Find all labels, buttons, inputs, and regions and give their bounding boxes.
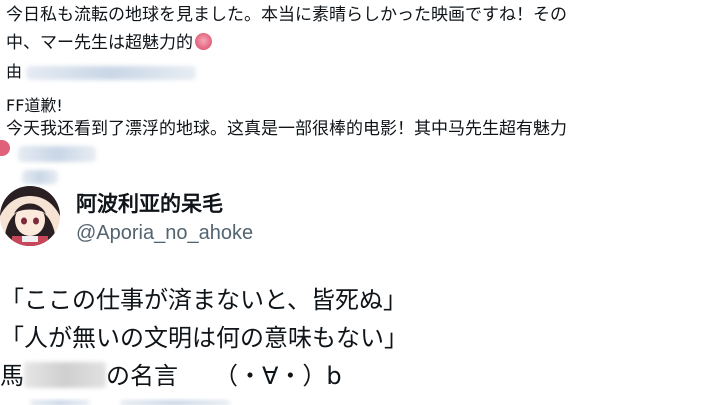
tweet-text-line: 中、マー先生は超魅力的 <box>6 28 212 53</box>
user-handle[interactable]: @Aporia_no_ahoke <box>76 222 253 245</box>
quote-line: 「人が無いの文明は何の意味もない」 <box>0 324 408 352</box>
footer-redacted-strip <box>0 398 720 405</box>
redacted-text <box>120 400 230 405</box>
hot-face-emoji-icon <box>195 33 212 50</box>
redacted-text <box>30 400 90 405</box>
translated-from-label: 由 <box>6 62 23 81</box>
quote-suffix: の名言 （・∀・）b <box>106 362 342 390</box>
redacted-text <box>24 362 106 388</box>
anime-girl-avatar <box>0 186 60 246</box>
avatar[interactable] <box>0 186 60 246</box>
quote-line: 「ここの仕事が済まないと、皆死ぬ」 <box>0 286 408 314</box>
tweet-text-line: 今天我还看到了漂浮的地球。这真是一部很棒的电影！其中马先生超有魅力 <box>6 119 567 139</box>
emoji-icon <box>0 140 10 156</box>
redacted-text <box>22 170 58 184</box>
display-name[interactable]: 阿波利亚的呆毛 <box>76 188 223 218</box>
quote-prefix: 馬 <box>0 362 24 390</box>
redacted-text <box>18 146 96 162</box>
redacted-language-link[interactable] <box>26 65 197 80</box>
translated-from-line: 由 <box>6 58 197 82</box>
quote-line: 馬 の名言 （・∀・）b <box>0 356 342 391</box>
tweet-text-span: 中、マー先生は超魅力的 <box>6 33 193 53</box>
tweet-text-line: 今日私も流転の地球を見ました。本当に素晴らしかった映画ですね！その <box>6 5 567 25</box>
tweet-text-line: FF道歉! <box>6 96 63 115</box>
